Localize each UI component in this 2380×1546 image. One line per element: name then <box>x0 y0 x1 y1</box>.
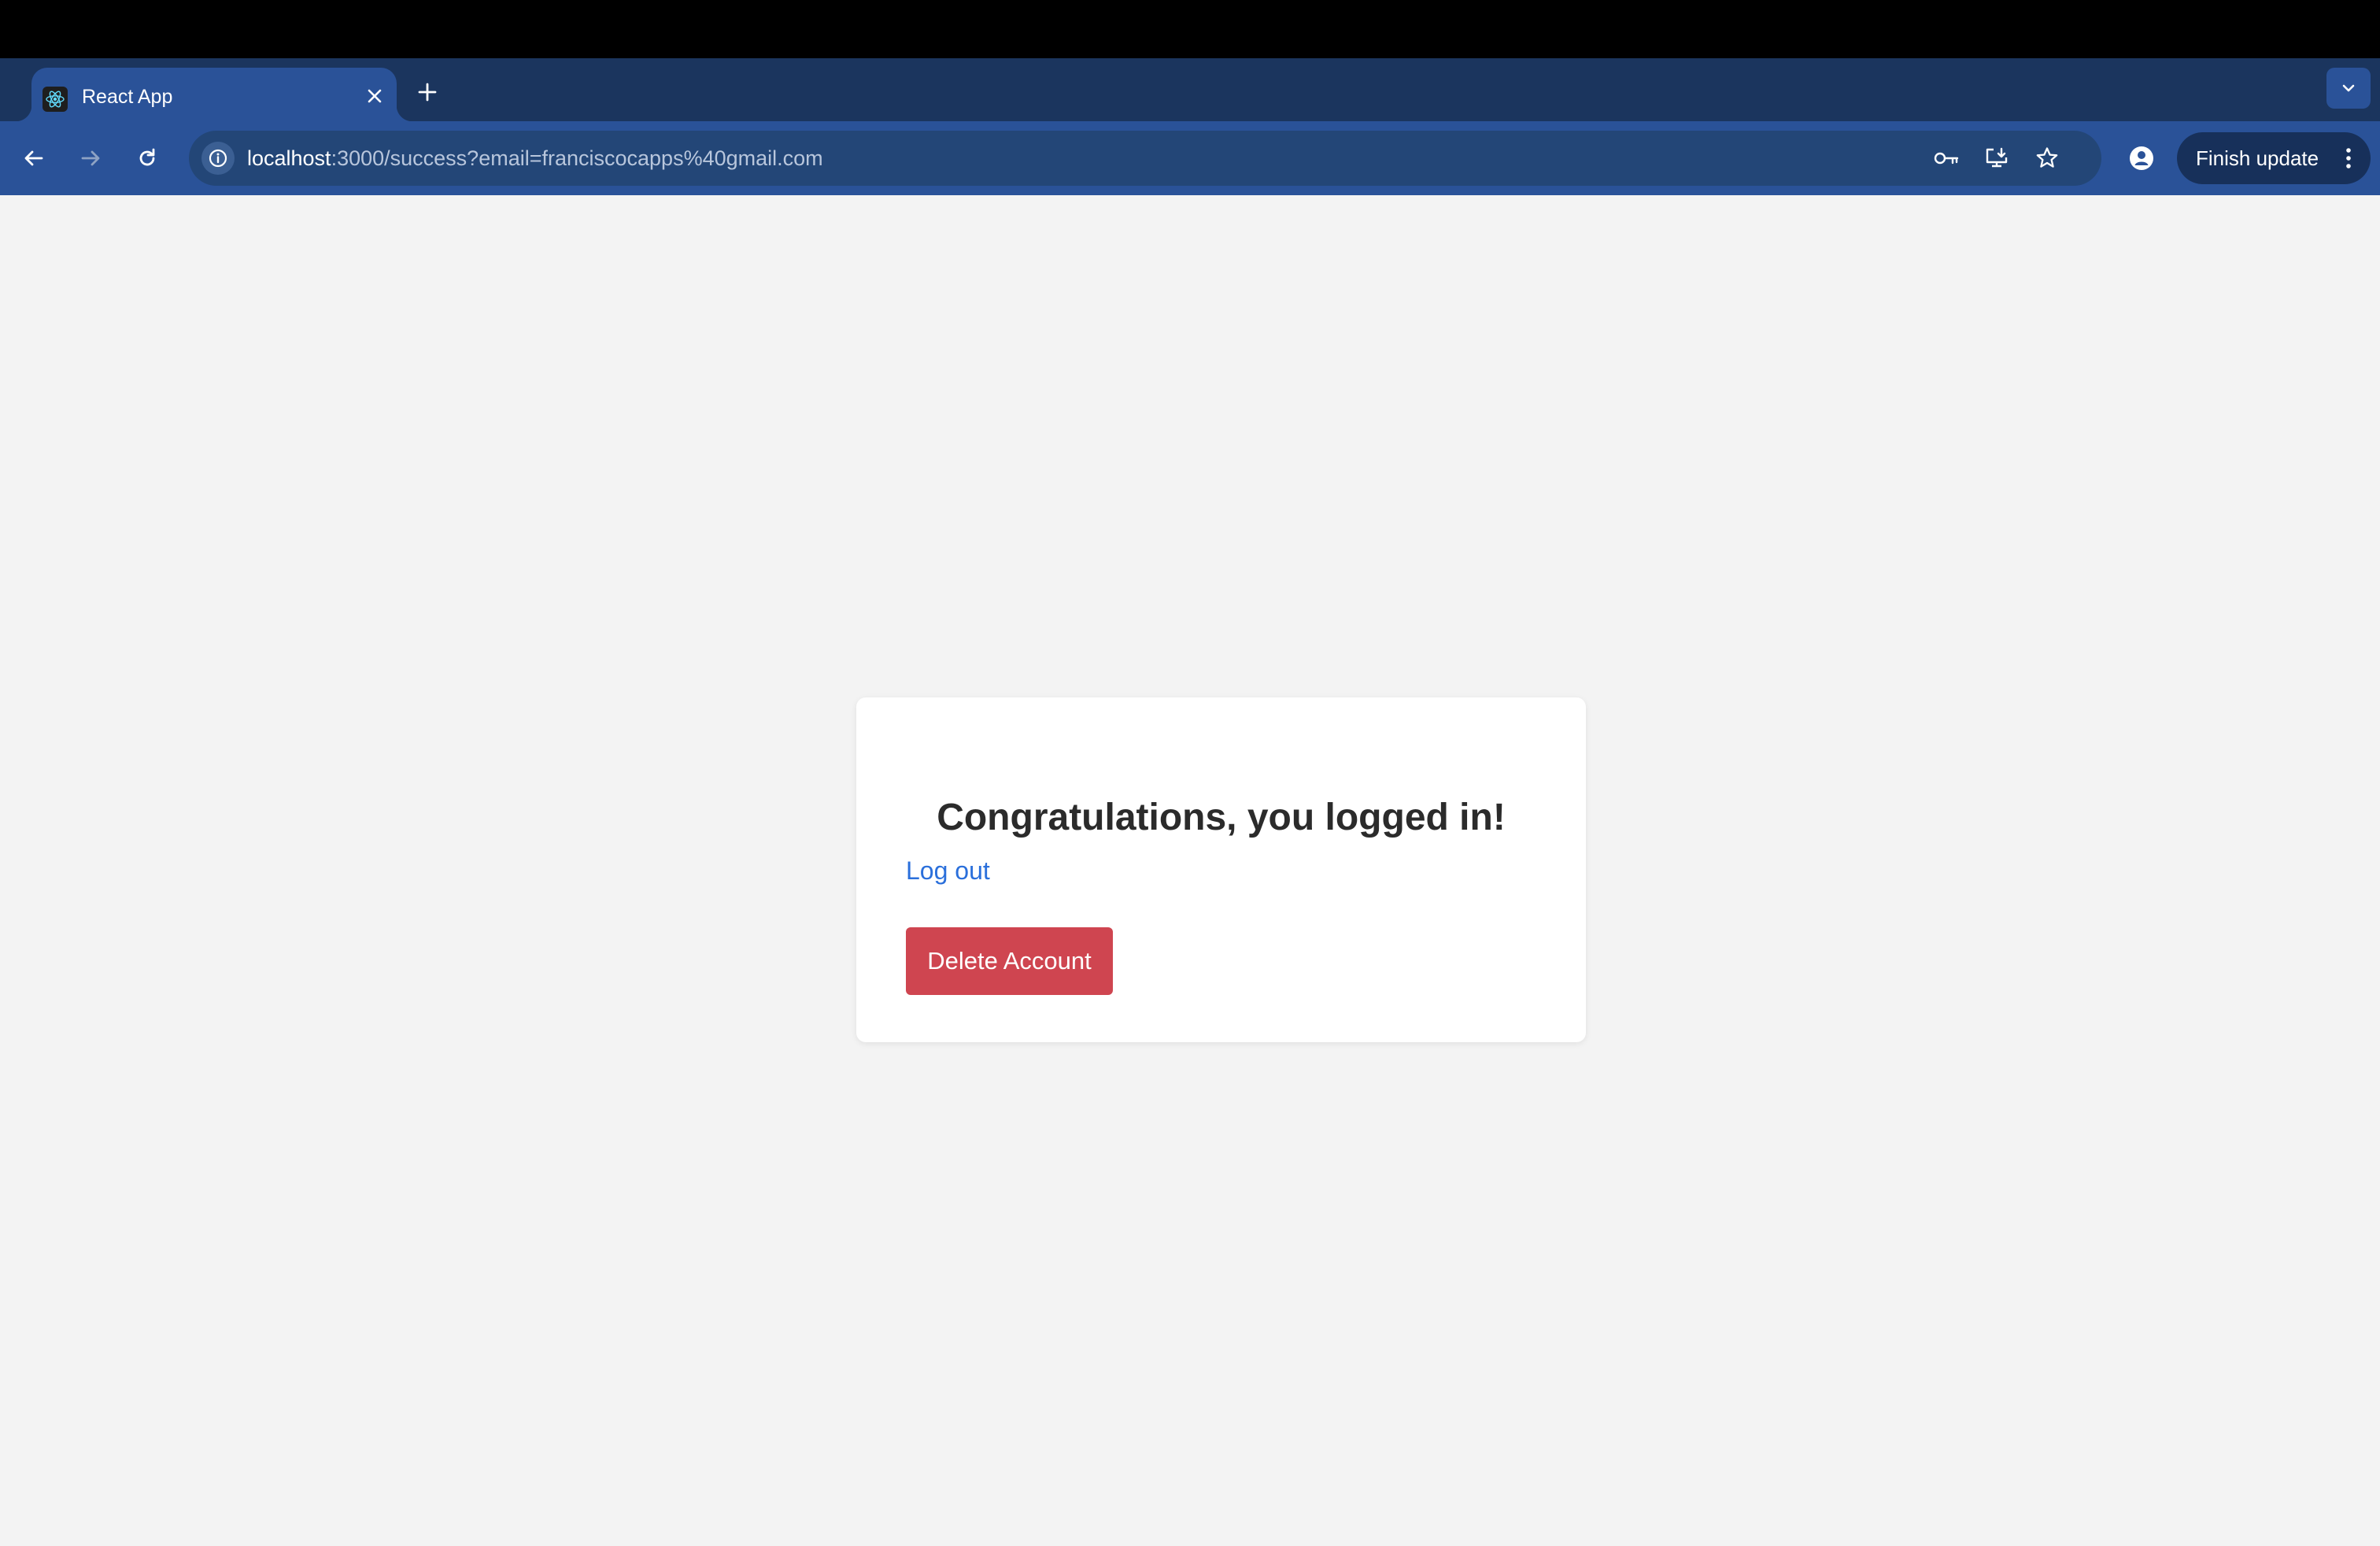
reload-icon[interactable] <box>128 139 167 178</box>
system-bar <box>0 0 2380 58</box>
profile-avatar-icon[interactable] <box>2122 139 2161 178</box>
address-bar[interactable]: localhost:3000/success?email=franciscoca… <box>189 131 2101 186</box>
page-title: Congratulations, you logged in! <box>937 797 1506 838</box>
bookmark-star-icon[interactable] <box>2031 142 2064 175</box>
url-path: :3000/success?email=franciscocapps%40gma… <box>331 146 823 170</box>
logout-link[interactable]: Log out <box>906 855 990 886</box>
success-card: Congratulations, you logged in! Log out … <box>856 697 1586 1042</box>
finish-update-label: Finish update <box>2196 146 2319 170</box>
url-host: localhost <box>247 146 331 170</box>
forward-arrow-icon[interactable] <box>71 139 110 178</box>
finish-update-button[interactable]: Finish update <box>2177 132 2371 184</box>
tab-title: React App <box>82 86 173 108</box>
site-info-icon[interactable] <box>201 142 235 175</box>
install-app-icon[interactable] <box>1980 142 2013 175</box>
close-tab-icon[interactable] <box>360 82 389 110</box>
page-viewport: Congratulations, you logged in! Log out … <box>0 195 2380 1546</box>
react-logo-icon <box>42 87 68 112</box>
more-options-vertical-dots-icon[interactable] <box>2333 142 2364 174</box>
delete-account-button[interactable]: Delete Account <box>906 927 1113 995</box>
new-tab-plus-icon[interactable] <box>411 76 444 109</box>
tab-search-chevron-down-icon[interactable] <box>2326 68 2371 109</box>
tab-react-app[interactable]: React App <box>16 68 412 121</box>
url-text: localhost:3000/success?email=franciscoca… <box>247 144 823 172</box>
back-arrow-icon[interactable] <box>14 139 54 178</box>
tab-strip: React App <box>0 58 2380 121</box>
password-key-icon[interactable] <box>1930 142 1963 175</box>
browser-toolbar: localhost:3000/success?email=franciscoca… <box>0 121 2380 195</box>
